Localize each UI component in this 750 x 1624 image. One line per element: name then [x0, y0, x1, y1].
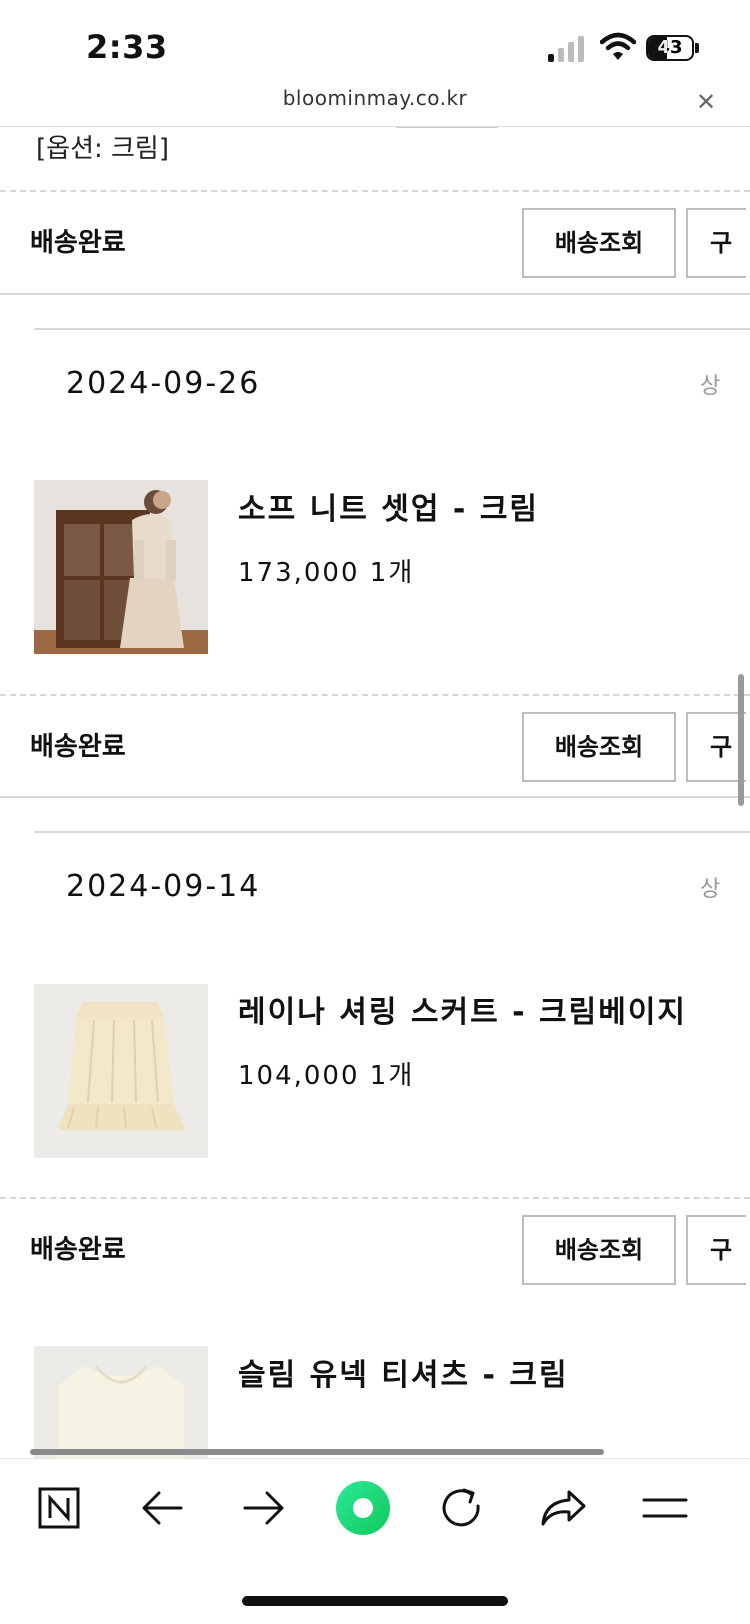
delivery-status: 배송완료 — [30, 1235, 126, 1265]
product-qty: 1개 — [369, 1061, 415, 1091]
product-price: 173,000 — [238, 558, 360, 588]
purchase-confirm-button[interactable]: 구 — [686, 208, 746, 278]
track-delivery-button[interactable]: 배송조회 — [522, 712, 676, 782]
dashed-divider — [0, 1197, 750, 1199]
cellular-signal-icon — [548, 36, 584, 62]
refresh-icon[interactable] — [438, 1478, 486, 1538]
product-option: [옵션: 크림] — [36, 134, 169, 164]
order-date: 2024-09-14 — [66, 869, 261, 904]
battery-percent: 43 — [657, 37, 683, 58]
status-time: 2:33 — [86, 28, 168, 66]
track-delivery-button[interactable]: 배송조회 — [522, 1215, 676, 1285]
dashed-divider — [0, 190, 750, 192]
product-image-slim-tee[interactable] — [34, 1346, 208, 1458]
delivery-status: 배송완료 — [30, 732, 126, 762]
green-record-icon[interactable] — [334, 1478, 392, 1538]
forward-arrow-icon[interactable] — [240, 1478, 288, 1538]
order-top-divider — [34, 328, 750, 330]
home-indicator[interactable] — [242, 1596, 508, 1606]
vertical-scrollbar[interactable] — [738, 674, 744, 806]
order-divider — [0, 796, 750, 798]
wifi-icon — [600, 32, 636, 60]
share-icon[interactable] — [538, 1478, 588, 1538]
dashed-divider — [0, 694, 750, 696]
track-delivery-button[interactable]: 배송조회 — [522, 208, 676, 278]
product-price-qty: 173,000 1개 — [238, 552, 414, 589]
product-name[interactable]: 슬림 유넥 티셔츠 - 크림 — [238, 1350, 569, 1394]
order-top-divider — [34, 831, 750, 833]
product-qty: 1개 — [369, 558, 415, 588]
purchase-confirm-button[interactable]: 구 — [686, 1215, 746, 1285]
close-icon[interactable]: ✕ — [696, 88, 716, 116]
horizontal-scrollbar[interactable] — [30, 1449, 604, 1455]
naver-n-icon[interactable] — [36, 1478, 82, 1538]
order-date: 2024-09-26 — [66, 366, 261, 401]
battery-icon: 43 — [646, 35, 700, 63]
menu-icon[interactable] — [640, 1478, 690, 1538]
product-price: 104,000 — [238, 1061, 360, 1091]
delivery-status: 배송완료 — [30, 228, 126, 258]
product-price-qty: 104,000 1개 — [238, 1055, 414, 1092]
order-detail-link[interactable]: 상 — [700, 368, 720, 400]
order-divider — [0, 293, 750, 295]
back-arrow-icon[interactable] — [138, 1478, 186, 1538]
product-name[interactable]: 레이나 셔링 스커트 - 크림베이지 — [238, 987, 687, 1031]
url-display[interactable]: bloominmay.co.kr — [0, 86, 750, 110]
order-detail-link[interactable]: 상 — [700, 871, 720, 903]
product-name[interactable]: 소프 니트 셋업 - 크림 — [238, 484, 539, 528]
product-image-knit-setup[interactable] — [34, 480, 208, 654]
product-image-shirring-skirt[interactable] — [34, 984, 208, 1158]
address-divider — [0, 126, 750, 127]
purchase-confirm-button[interactable]: 구 — [686, 712, 746, 782]
